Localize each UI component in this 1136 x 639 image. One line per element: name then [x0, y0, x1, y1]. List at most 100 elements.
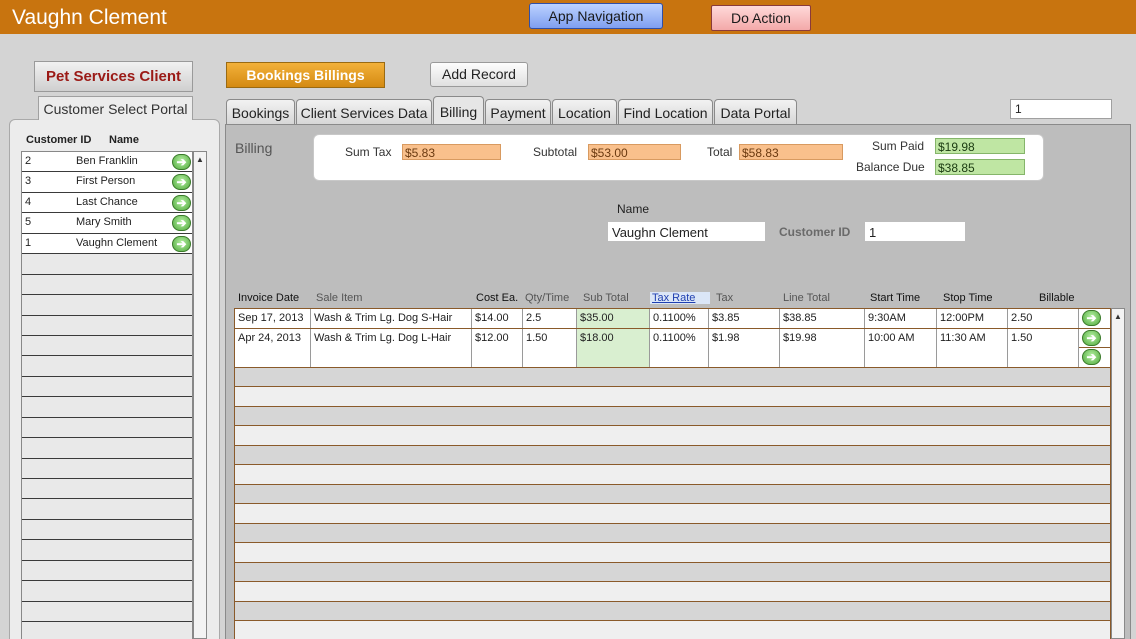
cell-tax[interactable]: $3.85: [709, 309, 780, 328]
cell-tax[interactable]: [709, 348, 780, 367]
cell-tax-rate[interactable]: [650, 348, 709, 367]
cell-line-total[interactable]: $38.85: [780, 309, 865, 328]
col-billable: Billable: [1039, 292, 1075, 304]
new-line-item-row[interactable]: ➔: [235, 348, 1110, 368]
cell-cost-ea[interactable]: [472, 348, 523, 367]
col-tax: Tax: [716, 292, 734, 304]
line-items-scrollbar[interactable]: ▲: [1111, 308, 1125, 639]
empty-customer-row: [22, 397, 192, 418]
customer-id: 5: [25, 216, 32, 229]
empty-line-row: [235, 504, 1110, 524]
record-number-field[interactable]: 1: [1010, 99, 1112, 119]
name-field[interactable]: Vaughn Clement: [607, 221, 766, 242]
cell-tax-rate[interactable]: 0.1100%: [650, 328, 709, 348]
cell-stop[interactable]: 11:30 AM: [937, 328, 1008, 348]
cell-line-total[interactable]: $19.98: [780, 328, 865, 348]
app-navigation-button[interactable]: App Navigation: [529, 3, 663, 29]
cell-billable[interactable]: [1008, 348, 1079, 367]
customer-name: Vaughn Clement: [76, 236, 158, 249]
cell-cost-ea[interactable]: $12.00: [472, 328, 523, 348]
cell-qty[interactable]: [523, 348, 577, 367]
customer-row[interactable]: 5 Mary Smith ➔: [22, 213, 192, 234]
cell-sub-total[interactable]: [577, 348, 650, 367]
customer-row[interactable]: 1 Vaughn Clement ➔: [22, 233, 192, 255]
customer-list-scrollbar[interactable]: ▲: [193, 151, 207, 639]
tab-location[interactable]: Location: [552, 99, 617, 124]
go-arrow-icon[interactable]: ➔: [172, 154, 191, 170]
subtotal-field[interactable]: $53.00: [588, 144, 681, 160]
cell-invoice-date[interactable]: [235, 348, 311, 367]
cell-billable[interactable]: 1.50: [1008, 328, 1079, 348]
cell-sale-item[interactable]: [311, 348, 472, 367]
cell-sub-total[interactable]: $35.00: [577, 309, 650, 328]
go-arrow-icon[interactable]: ➔: [172, 194, 191, 211]
go-arrow-icon[interactable]: ➔: [172, 215, 191, 232]
tab-find-location[interactable]: Find Location: [618, 99, 713, 124]
go-arrow-icon[interactable]: ➔: [1082, 329, 1101, 346]
billing-section-label: Billing: [235, 140, 273, 156]
bookings-billings-button[interactable]: Bookings Billings: [226, 62, 385, 88]
cell-start[interactable]: [865, 348, 937, 367]
cell-invoice-date[interactable]: Apr 24, 2013: [235, 328, 311, 348]
go-arrow-icon[interactable]: ➔: [1082, 349, 1101, 365]
line-items-grid[interactable]: Sep 17, 2013 Wash & Trim Lg. Dog S-Hair $1…: [234, 308, 1111, 639]
empty-customer-row: [22, 356, 192, 377]
tab-bookings[interactable]: Bookings: [226, 99, 295, 124]
cell-start[interactable]: 10:00 AM: [865, 328, 937, 348]
window-title: Vaughn Clement: [12, 6, 167, 29]
tab-client-services-data[interactable]: Client Services Data: [296, 99, 432, 124]
cell-tax[interactable]: $1.98: [709, 328, 780, 348]
sum-tax-field[interactable]: $5.83: [402, 144, 501, 160]
cell-billable[interactable]: 2.50: [1008, 309, 1079, 328]
customer-id-field[interactable]: 1: [864, 221, 966, 242]
scroll-up-icon[interactable]: ▲: [1114, 312, 1122, 321]
scroll-up-icon[interactable]: ▲: [196, 155, 204, 164]
cell-stop[interactable]: [937, 348, 1008, 367]
cell-qty[interactable]: 2.5: [523, 309, 577, 328]
do-action-button[interactable]: Do Action: [711, 5, 811, 31]
customer-id: 3: [25, 175, 32, 188]
customer-row[interactable]: 2 Ben Franklin ➔: [22, 152, 192, 173]
empty-line-row: [235, 367, 1110, 387]
pet-services-client-button[interactable]: Pet Services Client: [34, 61, 193, 92]
go-arrow-icon[interactable]: ➔: [1082, 310, 1101, 326]
cell-stop[interactable]: 12:00PM: [937, 309, 1008, 328]
cell-invoice-date[interactable]: Sep 17, 2013: [235, 309, 311, 328]
balance-due-field[interactable]: $38.85: [935, 159, 1025, 175]
empty-customer-row: [22, 376, 192, 398]
empty-customer-row: [22, 499, 192, 520]
cell-start[interactable]: 9:30AM: [865, 309, 937, 328]
tab-billing[interactable]: Billing: [433, 96, 484, 124]
cell-sub-total[interactable]: $18.00: [577, 328, 650, 348]
line-item-row[interactable]: Apr 24, 2013 Wash & Trim Lg. Dog L-Hair $1…: [235, 328, 1110, 348]
cell-sale-item[interactable]: Wash & Trim Lg. Dog S-Hair: [311, 309, 472, 328]
empty-customer-row: [22, 540, 192, 561]
customer-name: Mary Smith: [76, 216, 132, 229]
cell-cost-ea[interactable]: $14.00: [472, 309, 523, 328]
empty-line-row: [235, 484, 1110, 504]
empty-customer-row: [22, 254, 192, 275]
cell-line-total[interactable]: [780, 348, 865, 367]
empty-customer-row: [22, 622, 192, 639]
customer-row[interactable]: 4 Last Chance ➔: [22, 192, 192, 214]
add-record-button[interactable]: Add Record: [430, 62, 528, 87]
subtotal-label: Subtotal: [533, 145, 578, 159]
cell-qty[interactable]: 1.50: [523, 328, 577, 348]
top-bar: Vaughn Clement App Navigation Do Action: [0, 0, 1136, 34]
empty-line-row: [235, 387, 1110, 407]
customer-id: 4: [25, 195, 32, 208]
col-tax-rate[interactable]: Tax Rate: [650, 292, 710, 304]
customer-name: Ben Franklin: [76, 155, 138, 167]
customer-row[interactable]: 3 First Person ➔: [22, 172, 192, 193]
sum-paid-field[interactable]: $19.98: [935, 138, 1025, 154]
go-arrow-icon[interactable]: ➔: [172, 174, 191, 191]
tab-payment[interactable]: Payment: [485, 99, 551, 124]
balance-due-label: Balance Due: [856, 160, 925, 174]
tab-data-portal[interactable]: Data Portal: [714, 99, 797, 124]
cell-sale-item[interactable]: Wash & Trim Lg. Dog L-Hair: [311, 328, 472, 348]
go-arrow-icon[interactable]: ➔: [172, 235, 191, 252]
customer-list[interactable]: 2 Ben Franklin ➔ 3 First Person ➔ 4 Last Chance…: [21, 151, 193, 639]
line-item-row[interactable]: Sep 17, 2013 Wash & Trim Lg. Dog S-Hair $1…: [235, 309, 1110, 329]
total-field[interactable]: $58.83: [739, 144, 843, 160]
cell-tax-rate[interactable]: 0.1100%: [650, 309, 709, 328]
